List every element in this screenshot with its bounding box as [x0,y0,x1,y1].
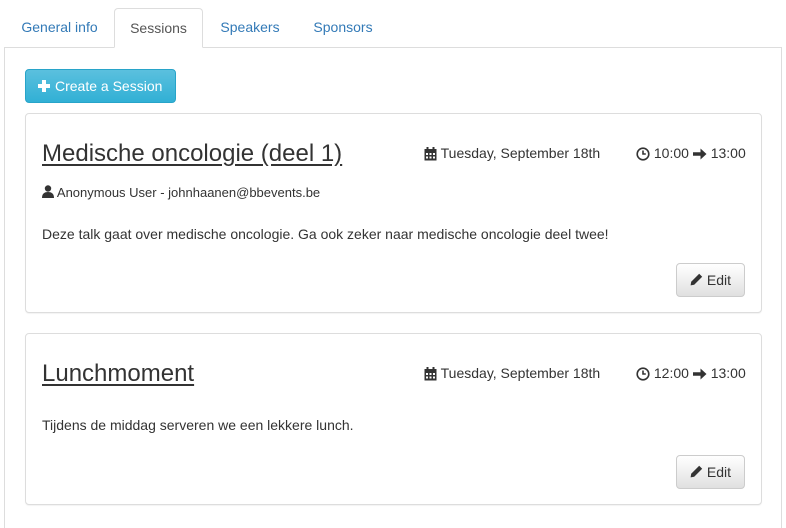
clock-icon [636,147,650,161]
edit-session-button[interactable]: Edit [676,263,745,297]
session-author: Anonymous User - johnhaanen@bbevents.be [42,185,320,200]
tab-general-info[interactable]: General info [8,8,111,47]
session-description: Deze talk gaat over medische oncologie. … [42,226,609,242]
session-date-text: Tuesday, September 18th [440,145,601,161]
tab-bar: General info Sessions Speakers Sponsors [0,0,786,48]
create-session-button[interactable]: Create a Session [25,69,176,103]
clock-icon [636,367,650,381]
session-description: Tijdens de middag serveren we een lekker… [42,417,354,433]
session-card: Medische oncologie (deel 1) Tuesday, Sep… [25,113,762,313]
pencil-icon [690,273,703,286]
session-start-time: 10:00 [653,145,689,161]
session-author-text: Anonymous User - johnhaanen@bbevents.be [56,185,321,200]
session-date-text: Tuesday, September 18th [440,365,601,381]
session-time: 12:00 13:00 [636,365,746,381]
tab-sessions[interactable]: Sessions [114,8,203,48]
tab-sponsors[interactable]: Sponsors [298,8,388,47]
session-card: Lunchmoment Tuesday, September 18th 12:0… [25,333,762,505]
create-session-label: Create a Session [55,78,163,94]
arrow-right-icon [692,368,707,380]
calendar-icon [424,367,437,381]
edit-label: Edit [706,272,731,288]
pencil-icon [690,465,703,478]
tab-speakers[interactable]: Speakers [206,8,294,47]
session-start-time: 12:00 [653,365,689,381]
plus-icon [38,80,50,92]
session-end-time: 13:00 [710,365,746,381]
edit-label: Edit [706,464,731,480]
session-title[interactable]: Medische oncologie (deel 1) [42,140,342,168]
edit-session-button[interactable]: Edit [676,455,745,489]
session-end-time: 13:00 [710,145,746,161]
session-date: Tuesday, September 18th [424,365,600,381]
session-time: 10:00 13:00 [636,145,746,161]
arrow-right-icon [692,148,707,160]
user-icon [42,185,54,198]
calendar-icon [424,147,437,161]
session-title[interactable]: Lunchmoment [42,360,194,388]
session-date: Tuesday, September 18th [424,145,600,161]
